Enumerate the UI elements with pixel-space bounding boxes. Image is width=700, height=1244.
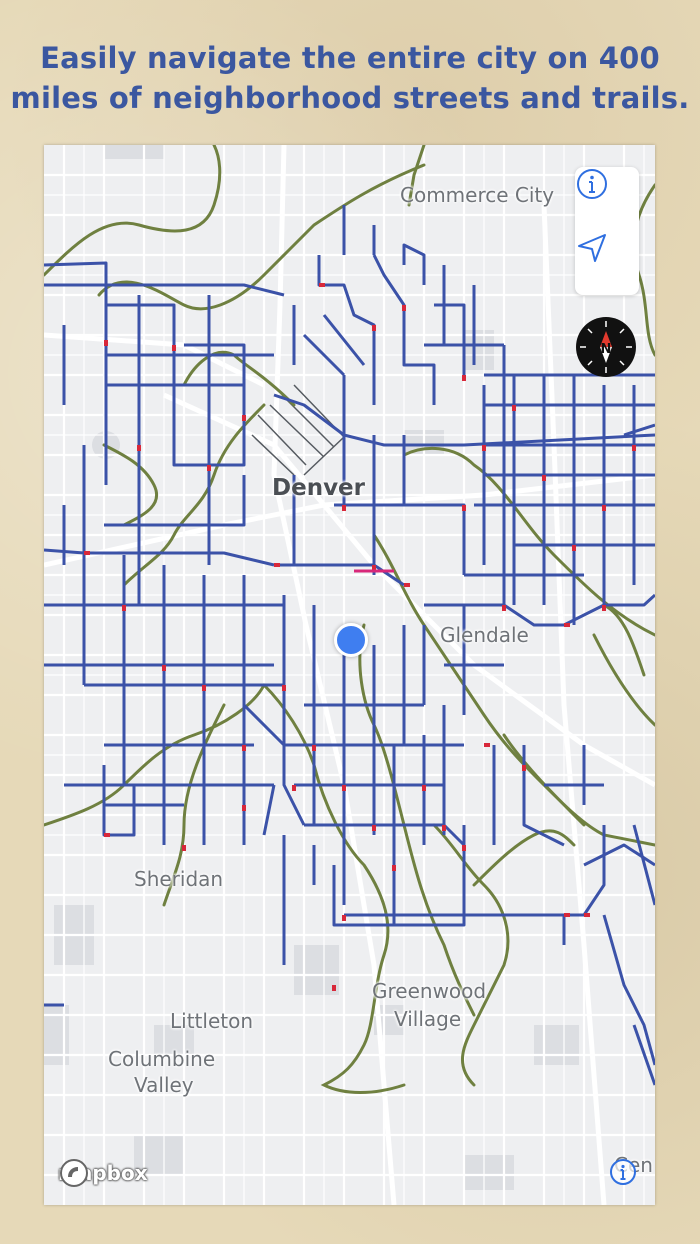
info-button[interactable] (575, 167, 639, 231)
map-label-glendale: Glendale (440, 623, 529, 647)
map-trails (44, 145, 655, 1094)
map-canvas[interactable] (44, 145, 655, 1205)
map-view[interactable]: Commerce City Denver Glendale Sheridan G… (44, 145, 655, 1205)
user-location-dot (334, 623, 368, 657)
info-icon (577, 169, 607, 199)
map-label-columbine: Columbine (108, 1047, 216, 1071)
mapbox-logo-icon (60, 1159, 88, 1187)
attribution-button[interactable] (608, 1157, 638, 1187)
headline: Easily navigate the entire city on 400 m… (0, 38, 700, 118)
map-label-commerce-city: Commerce City (400, 183, 555, 207)
map-label-village: Village (394, 1007, 462, 1031)
headline-line-2: miles of neighborhood streets and trails… (10, 81, 690, 115)
compass-button[interactable]: N (576, 317, 636, 377)
map-label-littleton: Littleton (170, 1009, 253, 1033)
attribution-info-icon (610, 1159, 636, 1185)
compass-letter: N (601, 342, 612, 357)
map-label-greenwood: Greenwood (372, 979, 487, 1003)
compass-icon: N (580, 321, 632, 373)
map-label-sheridan: Sheridan (134, 867, 224, 891)
headline-line-1: Easily navigate the entire city on 400 (40, 41, 660, 75)
map-control-panel (575, 167, 639, 295)
location-arrow-icon (578, 234, 606, 262)
map-downtown (251, 384, 345, 476)
mapbox-logo[interactable]: mapbox (58, 1157, 148, 1189)
map-label-valley: Valley (134, 1073, 194, 1097)
map-label-denver: Denver (272, 475, 365, 501)
locate-button[interactable] (575, 231, 639, 295)
